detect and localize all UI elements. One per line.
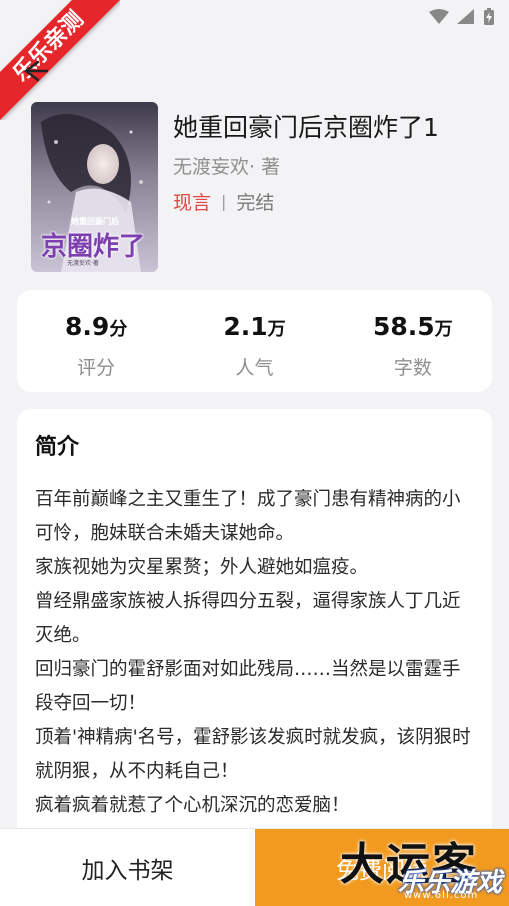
book-cover[interactable]: 她重回豪门后 京圈炸了 无渡妄欢·著: [31, 102, 158, 272]
book-author[interactable]: 无渡妄欢· 著: [173, 152, 280, 179]
intro-paragraph: 回归豪门的霍舒影面对如此残局……当然是以雷霆手段夺回一切！: [35, 659, 461, 714]
book-genre[interactable]: 现言: [173, 188, 211, 215]
stat-rating-label: 评分: [77, 357, 116, 379]
stat-rating: 8.9分 评分: [17, 290, 175, 392]
book-title: 她重回豪门后京圈炸了1: [173, 113, 439, 142]
intro-paragraph: 家族视她为灾星累赘；外人避她如瘟疫。: [35, 557, 369, 578]
stat-rating-value: 8.9: [65, 312, 110, 341]
signal-icon: [457, 9, 474, 24]
stat-popularity: 2.1万 人气: [175, 290, 333, 392]
stat-popularity-value: 2.1: [223, 312, 268, 341]
stat-wordcount-label: 字数: [393, 357, 432, 379]
status-bar: [0, 0, 509, 36]
stat-wordcount: 58.5万 字数: [334, 290, 492, 392]
intro-paragraph: 百年前巅峰之主又重生了！成了豪门患有精神病的小可怜，胞妹联合未婚夫谋她命。: [35, 489, 461, 544]
intro-card: 简介 百年前巅峰之主又重生了！成了豪门患有精神病的小可怜，胞妹联合未婚夫谋她命。…: [17, 409, 492, 849]
stat-popularity-unit: 万: [267, 319, 286, 340]
intro-paragraph: 顶着'神精病'名号，霍舒影该发疯时就发疯，该阴狠时就阴狠，从不内耗自己！: [35, 727, 471, 782]
stat-popularity-label: 人气: [235, 357, 274, 379]
add-to-shelf-button[interactable]: 加入书架: [0, 829, 255, 906]
intro-paragraph: 疯着疯着就惹了个心机深沉的恋爱脑！: [35, 795, 350, 816]
stat-wordcount-value: 58.5: [372, 312, 435, 341]
stat-wordcount-unit: 万: [434, 319, 453, 340]
stat-rating-unit: 分: [109, 319, 128, 340]
stats-card: 8.9分 评分 2.1万 人气 58.5万 字数: [17, 290, 492, 392]
status-icons: [429, 8, 495, 26]
intro-title: 简介: [35, 435, 80, 460]
meta-separator: |: [221, 192, 227, 211]
watermark-url: www.6ll.com: [404, 890, 479, 901]
battery-icon: [484, 8, 494, 25]
back-arrow-icon: [24, 60, 48, 82]
cover-author: 无渡妄欢·著: [67, 260, 99, 267]
wifi-icon: [429, 9, 449, 24]
book-status: 完结: [236, 192, 275, 214]
book-meta: 现言 | 完结: [173, 188, 274, 215]
back-button[interactable]: [18, 54, 52, 88]
intro-paragraph: 曾经鼎盛家族被人拆得四分五裂，逼得家族人丁几近灭绝。: [35, 591, 461, 646]
